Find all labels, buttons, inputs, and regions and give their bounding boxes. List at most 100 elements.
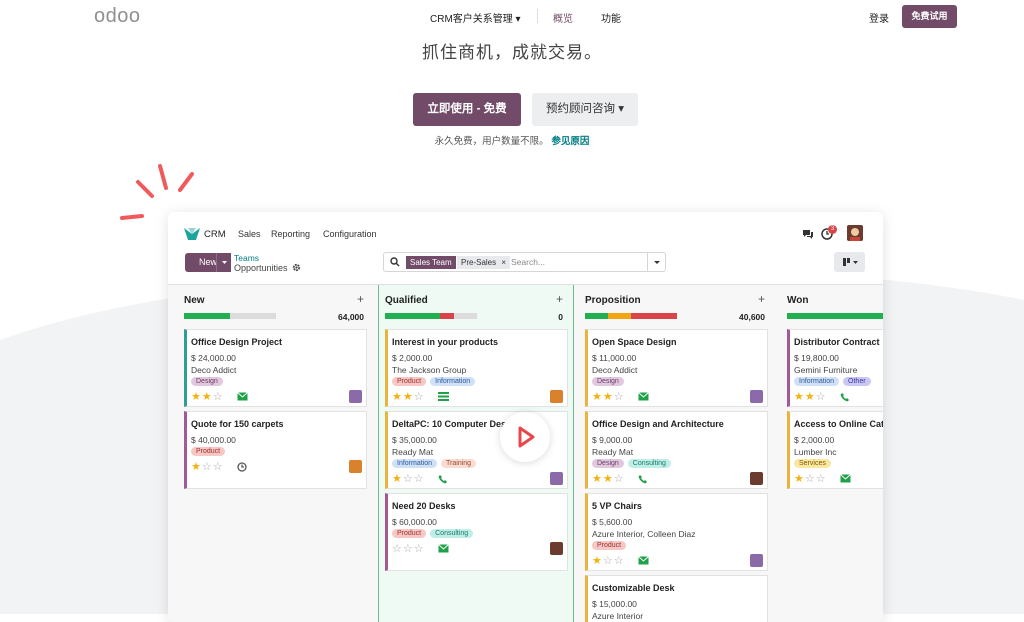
priority-star-icon[interactable]: ☆ bbox=[816, 391, 827, 403]
add-card-button[interactable]: + bbox=[758, 292, 765, 306]
priority-star-icon[interactable]: ★ bbox=[592, 473, 603, 485]
video-play-button[interactable] bbox=[500, 412, 550, 462]
email-icon[interactable] bbox=[638, 392, 649, 404]
priority-star-icon[interactable]: ☆ bbox=[392, 543, 403, 555]
facet-remove-icon[interactable]: × bbox=[501, 258, 506, 267]
list-icon[interactable] bbox=[438, 392, 449, 404]
kanban-view-switcher[interactable] bbox=[834, 252, 865, 272]
search-dropdown-toggle[interactable] bbox=[647, 253, 665, 271]
salesperson-avatar[interactable] bbox=[550, 472, 563, 485]
opportunity-card[interactable]: Interest in your products $ 2,000.00 The J… bbox=[385, 329, 568, 407]
priority-star-icon[interactable]: ★ bbox=[592, 391, 603, 403]
app-name[interactable]: CRM bbox=[204, 229, 226, 240]
phone-icon[interactable] bbox=[840, 392, 850, 405]
tag: Information bbox=[794, 377, 840, 386]
salesperson-avatar[interactable] bbox=[349, 390, 362, 403]
opportunity-card[interactable]: Open Space Design $ 11,000.00 Deco Addict D… bbox=[585, 329, 768, 407]
priority-star-icon[interactable]: ☆ bbox=[414, 473, 425, 485]
priority-star-icon[interactable]: ★ bbox=[603, 391, 614, 403]
email-icon[interactable] bbox=[237, 392, 248, 404]
email-icon[interactable] bbox=[438, 544, 449, 556]
priority-star-icon[interactable]: ★ bbox=[603, 473, 614, 485]
play-icon bbox=[518, 426, 535, 448]
nav-overview[interactable]: 概览 bbox=[553, 10, 573, 25]
app-navbar: CRM Sales Reporting Configuration 3 bbox=[168, 212, 883, 256]
opportunity-card[interactable]: Distributor Contract $ 19,800.00 Gemini Fu… bbox=[787, 329, 883, 407]
opportunity-card[interactable]: Customizable Desk $ 15,000.00 Azure Interi… bbox=[585, 575, 768, 622]
priority-star-icon[interactable]: ★ bbox=[794, 473, 805, 485]
chat-icon[interactable] bbox=[802, 229, 814, 239]
salesperson-avatar[interactable] bbox=[750, 390, 763, 403]
menu-sales[interactable]: Sales bbox=[238, 229, 261, 239]
opportunity-card[interactable]: Office Design Project $ 24,000.00 Deco Add… bbox=[184, 329, 367, 407]
menu-reporting[interactable]: Reporting bbox=[271, 229, 310, 239]
salesperson-avatar[interactable] bbox=[550, 390, 563, 403]
search-facet-label: Sales Team bbox=[406, 256, 456, 269]
menu-configuration[interactable]: Configuration bbox=[323, 229, 377, 239]
phone-icon[interactable] bbox=[638, 474, 648, 487]
priority-star-icon[interactable]: ★ bbox=[202, 391, 213, 403]
column-progress-bar bbox=[385, 313, 477, 319]
salesperson-avatar[interactable] bbox=[750, 472, 763, 485]
clock-icon[interactable] bbox=[237, 462, 247, 475]
phone-icon[interactable] bbox=[438, 474, 448, 487]
priority-star-icon[interactable]: ★ bbox=[805, 391, 816, 403]
add-card-button[interactable]: + bbox=[357, 292, 364, 306]
email-icon[interactable] bbox=[638, 556, 649, 568]
salesperson-avatar[interactable] bbox=[750, 554, 763, 567]
login-link[interactable]: 登录 bbox=[869, 10, 889, 25]
priority-star-icon[interactable]: ☆ bbox=[614, 555, 625, 567]
nav-crm-dropdown[interactable]: CRM客户关系管理 ▾ bbox=[430, 10, 521, 25]
book-consultant-button[interactable]: 预约顾问咨询 ▾ bbox=[532, 93, 638, 126]
free-trial-button[interactable]: 免费试用 bbox=[902, 5, 957, 28]
email-icon[interactable] bbox=[840, 474, 851, 486]
priority-star-icon[interactable]: ☆ bbox=[805, 473, 816, 485]
search-icon bbox=[390, 257, 400, 267]
odoo-logo[interactable]: odoo bbox=[94, 5, 141, 28]
priority-star-icon[interactable]: ★ bbox=[403, 391, 414, 403]
nav-separator bbox=[537, 9, 538, 23]
priority-star-icon[interactable]: ☆ bbox=[202, 461, 213, 473]
opportunity-card[interactable]: Office Design and Architecture $ 9,000.00… bbox=[585, 411, 768, 489]
priority-star-icon[interactable]: ☆ bbox=[614, 473, 625, 485]
tag: Product bbox=[592, 541, 627, 550]
priority-star-icon[interactable]: ★ bbox=[392, 391, 403, 403]
gear-icon[interactable] bbox=[292, 263, 301, 272]
priority-star-icon[interactable]: ☆ bbox=[414, 543, 425, 555]
opportunity-card[interactable]: Need 20 Desks $ 60,000.00 Product Consultin… bbox=[385, 493, 568, 571]
new-dropdown-toggle[interactable] bbox=[216, 253, 231, 272]
priority-star-icon[interactable]: ★ bbox=[794, 391, 805, 403]
card-priority: ★☆☆ bbox=[794, 472, 827, 485]
priority-star-icon[interactable]: ☆ bbox=[213, 391, 224, 403]
priority-star-icon[interactable]: ☆ bbox=[614, 391, 625, 403]
see-why-link[interactable]: 参见原因 bbox=[551, 136, 589, 147]
card-company: Lumber Inc bbox=[794, 447, 837, 457]
priority-star-icon[interactable]: ★ bbox=[392, 473, 403, 485]
priority-star-icon[interactable]: ★ bbox=[191, 461, 202, 473]
priority-star-icon[interactable]: ☆ bbox=[403, 543, 414, 555]
salesperson-avatar[interactable] bbox=[550, 542, 563, 555]
search-input[interactable]: Search... bbox=[511, 257, 545, 267]
nav-features[interactable]: 功能 bbox=[601, 10, 621, 25]
card-amount: $ 11,000.00 bbox=[592, 353, 637, 363]
priority-star-icon[interactable]: ☆ bbox=[816, 473, 827, 485]
priority-star-icon[interactable]: ☆ bbox=[403, 473, 414, 485]
card-amount: $ 2,000.00 bbox=[794, 435, 835, 445]
priority-star-icon[interactable]: ★ bbox=[191, 391, 202, 403]
opportunity-card[interactable]: 5 VP Chairs $ 5,600.00 Azure Interior, Col… bbox=[585, 493, 768, 571]
hero-note-text: 永久免费，用户数量不限。 bbox=[434, 136, 549, 147]
start-free-button[interactable]: 立即使用 - 免费 bbox=[413, 93, 521, 126]
breadcrumb-teams[interactable]: Teams bbox=[234, 253, 259, 263]
priority-star-icon[interactable]: ★ bbox=[592, 555, 603, 567]
priority-star-icon[interactable]: ☆ bbox=[414, 391, 425, 403]
priority-star-icon[interactable]: ☆ bbox=[213, 461, 224, 473]
tag: Other bbox=[843, 377, 871, 386]
salesperson-avatar[interactable] bbox=[349, 460, 362, 473]
search-bar[interactable]: Sales Team Pre-Sales × Search... bbox=[383, 252, 666, 272]
progress-segment bbox=[631, 313, 677, 319]
priority-star-icon[interactable]: ☆ bbox=[603, 555, 614, 567]
opportunity-card[interactable]: Quote for 150 carpets $ 40,000.00 Product ★… bbox=[184, 411, 367, 489]
add-card-button[interactable]: + bbox=[556, 292, 563, 306]
user-avatar[interactable] bbox=[847, 225, 863, 241]
opportunity-card[interactable]: Access to Online Catalog $ 2,000.00 Lumber… bbox=[787, 411, 883, 489]
